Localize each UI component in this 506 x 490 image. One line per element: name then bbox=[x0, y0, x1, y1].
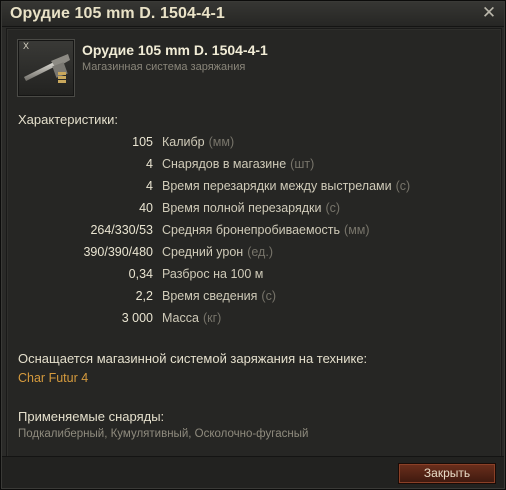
stat-value: 105 bbox=[132, 135, 153, 149]
stat-unit: (шт) bbox=[290, 157, 315, 171]
stat-name: Средняя бронепробиваемость (мм) bbox=[162, 223, 370, 237]
window-title: Орудие 105 mm D. 1504-4-1 bbox=[10, 5, 225, 22]
stat-name: Средний урон (ед.) bbox=[162, 245, 273, 259]
gun-icon: X bbox=[17, 39, 75, 97]
vehicle-link[interactable]: Char Futur 4 bbox=[18, 371, 88, 385]
stat-row: 4 Время перезарядки между выстрелами (с) bbox=[7, 179, 501, 199]
vehicles-title: Оснащается магазинной системой заряжания… bbox=[18, 351, 368, 366]
gun-type: Магазинная система заряжания bbox=[82, 61, 246, 73]
stat-name: Калибр (мм) bbox=[162, 135, 235, 149]
stat-name: Масса (кг) bbox=[162, 311, 222, 325]
stat-name: Разброс на 100 м bbox=[162, 267, 264, 281]
stat-unit: (с) bbox=[395, 179, 411, 193]
stat-name: Снарядов в магазине (шт) bbox=[162, 157, 315, 171]
stat-unit: (кг) bbox=[202, 311, 222, 325]
stat-value: 264/330/53 bbox=[90, 223, 153, 237]
tier-label: X bbox=[23, 41, 30, 51]
stat-row: 105 Калибр (мм) bbox=[7, 135, 501, 155]
stat-unit: (мм) bbox=[208, 135, 235, 149]
stat-row: 0,34 Разброс на 100 м bbox=[7, 267, 501, 287]
footer-bar: Закрыть bbox=[2, 456, 504, 488]
characteristics-title: Характеристики: bbox=[18, 112, 119, 127]
stat-name: Время перезарядки между выстрелами (с) bbox=[162, 179, 411, 193]
stat-row: 264/330/53 Средняя бронепробиваемость (мм… bbox=[7, 223, 501, 243]
stat-value: 4 bbox=[146, 157, 153, 171]
stat-row: 3 000 Масса (кг) bbox=[7, 311, 501, 331]
stat-row: 2,2 Время сведения (с) bbox=[7, 289, 501, 309]
stat-name: Время полной перезарядки (с) bbox=[162, 201, 341, 215]
title-bar: Орудие 105 mm D. 1504-4-1 ✕ bbox=[2, 2, 504, 27]
shells-title: Применяемые снаряды: bbox=[18, 409, 165, 424]
content-panel: X Орудие 105 mm D. 1504-4-1 Магазинная с… bbox=[6, 28, 502, 458]
stat-value: 3 000 bbox=[121, 311, 153, 325]
stat-value: 40 bbox=[139, 201, 153, 215]
stat-name: Время сведения (с) bbox=[162, 289, 276, 303]
close-x-icon[interactable]: ✕ bbox=[481, 5, 497, 22]
stat-unit: (ед.) bbox=[247, 245, 273, 259]
shells-list: Подкалиберный, Кумулятивный, Осколочно-ф… bbox=[18, 428, 309, 440]
stat-unit: (с) bbox=[325, 201, 341, 215]
stat-unit: (с) bbox=[261, 289, 276, 303]
stat-row: 40 Время полной перезарядки (с) bbox=[7, 201, 501, 221]
close-button[interactable]: Закрыть bbox=[398, 463, 496, 484]
stat-value: 0,34 bbox=[128, 267, 153, 281]
module-info-window: Орудие 105 mm D. 1504-4-1 ✕ X Орудие 105… bbox=[0, 0, 506, 490]
stat-unit: (мм) bbox=[344, 223, 370, 237]
stat-row: 4 Снарядов в магазине (шт) bbox=[7, 157, 501, 177]
stat-row: 390/390/480 Средний урон (ед.) bbox=[7, 245, 501, 265]
stat-value: 390/390/480 bbox=[83, 245, 153, 259]
gun-name: Орудие 105 mm D. 1504-4-1 bbox=[82, 42, 268, 58]
stat-value: 4 bbox=[146, 179, 153, 193]
stat-value: 2,2 bbox=[135, 289, 153, 303]
